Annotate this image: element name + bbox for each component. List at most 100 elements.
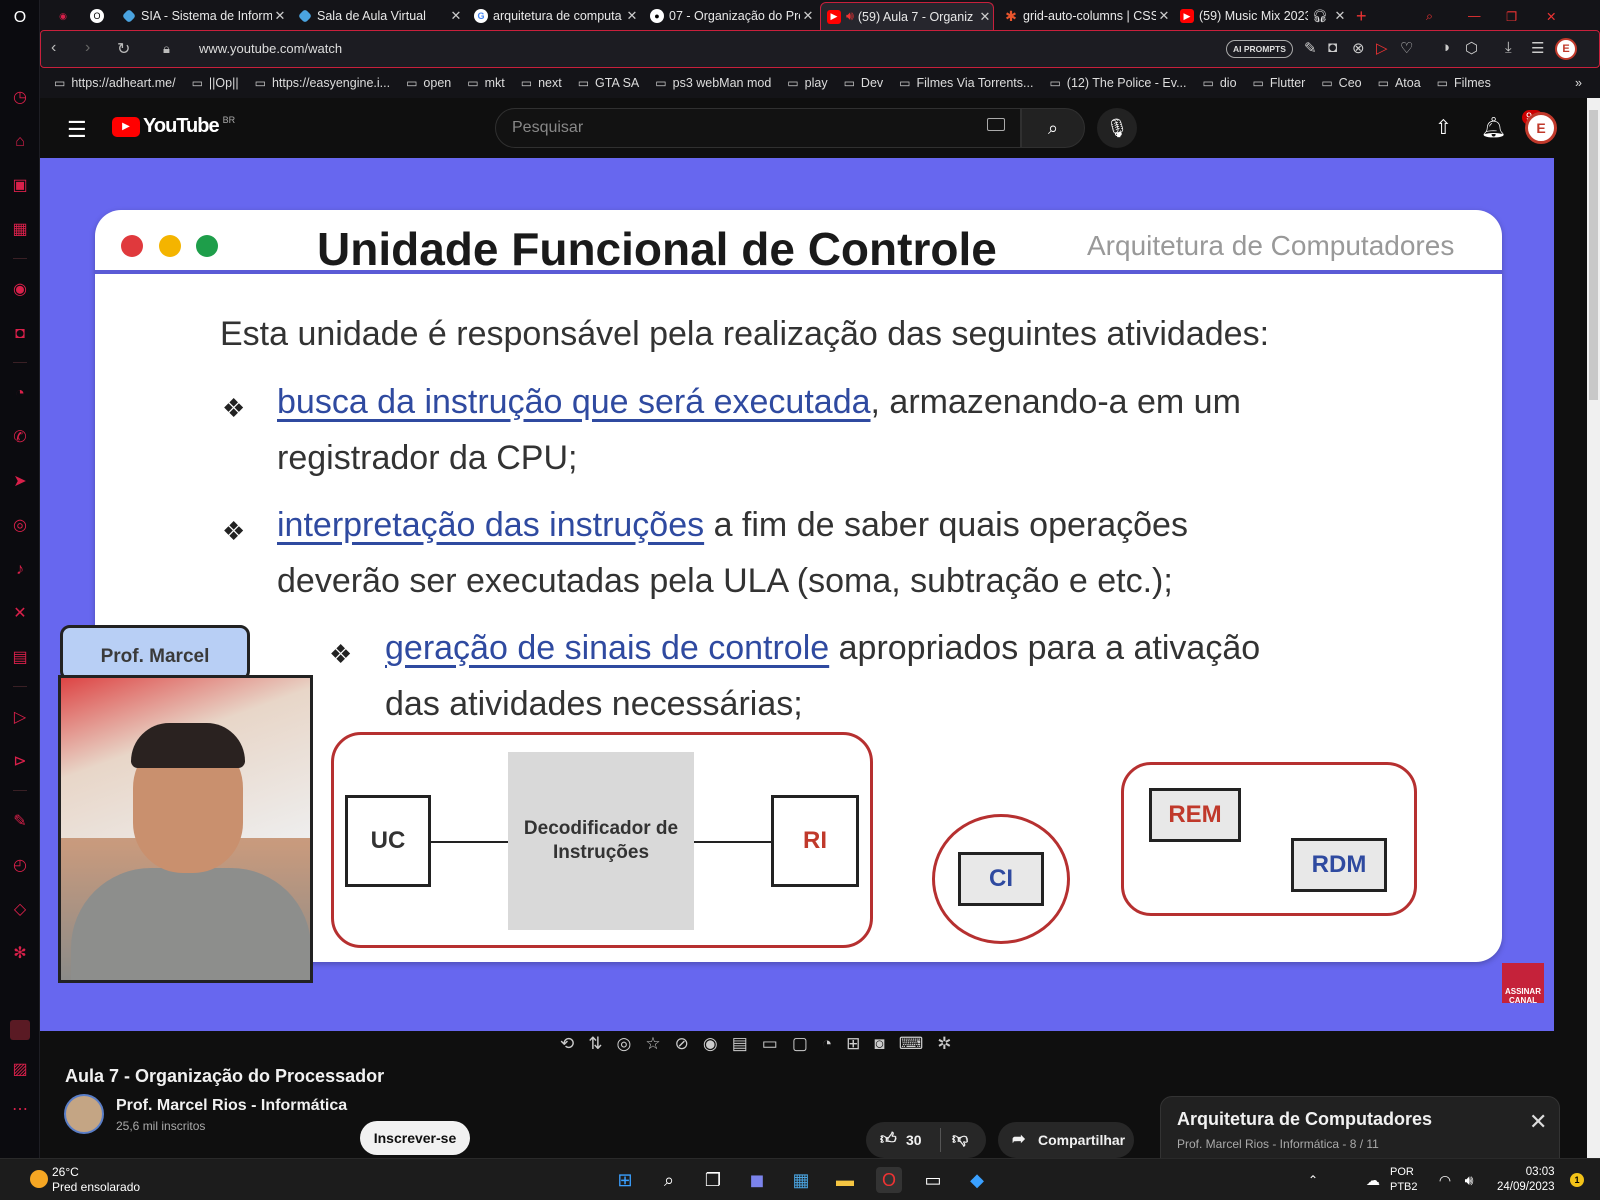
sort-icon[interactable]: ⇅ — [588, 1034, 602, 1060]
close-tab-icon[interactable]: ✕ — [1332, 8, 1348, 24]
extensions-icon[interactable]: ⬡ — [1465, 39, 1478, 57]
bookmark-item[interactable]: ▭ Flutter — [1253, 76, 1306, 90]
like-icon[interactable]: 👍︎ — [880, 1130, 897, 1149]
close-window-icon[interactable]: ✕ — [1540, 2, 1564, 30]
taskbar-search-icon[interactable]: ⌕ — [656, 1167, 682, 1193]
messenger-icon[interactable]: ◔ — [10, 384, 30, 404]
close-tab-icon[interactable]: ✕ — [800, 8, 816, 24]
channel-name[interactable]: Prof. Marcel Rios - Informática — [116, 1097, 347, 1115]
download-icon[interactable]: ⤓ — [1505, 39, 1512, 56]
bookmark-item[interactable]: ▭ mkt — [467, 76, 504, 90]
theater-icon[interactable]: ▭ — [762, 1034, 778, 1060]
tab-0[interactable]: SIA - Sistema de Inform ✕ — [116, 2, 288, 30]
tab-2[interactable]: Garquitetura de computa ✕ — [468, 2, 640, 30]
bookmark-item[interactable]: ▭ Ceo — [1321, 76, 1361, 90]
bookmark-item[interactable]: ▭ Filmes Via Torrents... — [899, 76, 1033, 90]
history-icon[interactable]: ◴ — [10, 856, 30, 876]
tab-game-icon[interactable]: ◉ — [50, 2, 78, 30]
keyboard-icon[interactable] — [987, 118, 1005, 131]
youtube-logo[interactable]: ▶ YouTube BR — [112, 115, 235, 138]
edit-page-icon[interactable]: ✎ — [1304, 39, 1317, 57]
film-icon[interactable]: ▤ — [732, 1034, 748, 1060]
settings-icon[interactable]: ✻ — [10, 944, 30, 964]
wifi-icon[interactable]: ◠ — [1432, 1167, 1458, 1193]
tab-6[interactable]: ▶ (59) Music Mix 2023 🎧︎ ✕ — [1174, 2, 1348, 30]
ai-icon[interactable]: ▦ — [10, 220, 30, 240]
bookmark-item[interactable]: ▭ open — [406, 76, 451, 90]
speed-dial-icon[interactable]: ◷ — [10, 88, 30, 108]
profile-avatar-icon[interactable]: E — [1555, 38, 1577, 60]
back-icon[interactable]: ‹ — [51, 39, 56, 57]
search-input[interactable]: Pesquisar — [495, 108, 1021, 148]
forward-icon[interactable]: › — [85, 39, 90, 57]
dislike-icon[interactable]: 👎︎ — [952, 1130, 968, 1149]
bookmark-item[interactable]: ▭ ||Op|| — [192, 76, 239, 90]
easy-setup-icon[interactable]: ☰ — [1531, 39, 1544, 57]
x-icon[interactable]: ✕ — [10, 604, 30, 624]
file-explorer-icon[interactable]: ▬ — [832, 1167, 858, 1193]
bookmark-item[interactable]: ▭ GTA SA — [578, 76, 640, 90]
bookmark-item[interactable]: ▭ Filmes — [1437, 76, 1491, 90]
bookmark-item[interactable]: ▭ dio — [1203, 76, 1237, 90]
volume-icon[interactable]: 🔊︎ — [1456, 1167, 1482, 1193]
close-tab-icon[interactable]: ✕ — [272, 8, 288, 24]
crypto-icon[interactable]: ◉ — [10, 280, 30, 300]
player-icon[interactable]: ▷ — [10, 708, 30, 728]
more-icon[interactable]: ⋯ — [10, 1100, 30, 1120]
close-tab-icon[interactable]: ✕ — [448, 8, 464, 24]
restore-icon[interactable]: ❐ — [1500, 2, 1524, 30]
vk-icon[interactable]: ▤ — [10, 648, 30, 668]
whatsapp-icon[interactable]: ✆ — [10, 428, 30, 448]
store-icon[interactable]: ▦ — [788, 1167, 814, 1193]
language-indicator[interactable]: POR PTB2 — [1390, 1165, 1418, 1195]
notification-badge[interactable]: 1 — [1570, 1173, 1584, 1187]
subscribe-watermark[interactable]: ASSINAR CANAL — [1502, 963, 1544, 1005]
weather-widget[interactable]: 26°C Pred ensolarado — [30, 1165, 140, 1195]
bookmarks-overflow-icon[interactable]: » — [1575, 76, 1582, 90]
picture-in-picture-icon[interactable]: ⊞ — [846, 1034, 860, 1060]
close-tab-icon[interactable]: ✕ — [624, 8, 640, 24]
keyboard-shortcuts-icon[interactable]: ⌨ — [899, 1034, 924, 1060]
chat-icon[interactable]: ◘ — [10, 324, 30, 344]
bookmark-item[interactable]: ▭ ps3 webMan mod — [655, 76, 771, 90]
tab-5[interactable]: ✱ grid-auto-columns | CSS ✕ — [998, 2, 1172, 30]
speed-icon[interactable]: ◔ — [822, 1034, 832, 1060]
video-player[interactable]: Unidade Funcional de Controle Arquitetur… — [40, 158, 1554, 1031]
url-field[interactable]: www.youtube.com/watch — [199, 41, 342, 56]
clock[interactable]: 03:03 24/09/2023 — [1497, 1165, 1555, 1195]
search-button[interactable]: ⌕ — [1021, 108, 1085, 148]
windows-start-icon[interactable]: ⊞ — [612, 1167, 638, 1193]
teams-icon[interactable]: ◼ — [744, 1167, 770, 1193]
bookmark-item[interactable]: ▭ (12) The Police - Ev... — [1049, 76, 1186, 90]
upload-icon[interactable]: ⇧ — [1435, 115, 1452, 140]
tab-opera-icon[interactable]: O — [84, 2, 112, 30]
notifications-bell-icon[interactable]: 🔔︎ — [1481, 115, 1506, 140]
shopping-icon[interactable]: ⌂ — [10, 132, 30, 152]
instagram-icon[interactable]: ◎ — [10, 516, 30, 536]
close-tab-icon[interactable]: ✕ — [1156, 8, 1172, 24]
screenshot-icon[interactable]: ◙ — [874, 1034, 884, 1060]
flow-icon[interactable]: ▷ — [1376, 39, 1388, 57]
bookmark-item[interactable]: ▭ https://adheart.me/ — [54, 76, 176, 90]
bookmark-item[interactable]: ▭ play — [787, 76, 827, 90]
channel-avatar[interactable] — [64, 1094, 104, 1134]
bookmark-item[interactable]: ▭ next — [521, 76, 562, 90]
opera-logo-icon[interactable]: O — [10, 8, 30, 28]
playlist-title[interactable]: Arquitetura de Computadores — [1177, 1109, 1432, 1130]
gallery-icon[interactable]: ▨ — [10, 1060, 30, 1080]
subscribe-button[interactable]: Inscrever-se — [360, 1121, 470, 1155]
hamburger-menu-icon[interactable]: ☰ — [67, 117, 87, 143]
voice-search-button[interactable]: 🎙︎ — [1097, 108, 1137, 148]
player-settings-icon[interactable]: ✲ — [937, 1034, 951, 1060]
new-tab-button[interactable]: + — [1350, 2, 1374, 30]
tab-search-icon[interactable]: ⌕ — [1420, 2, 1444, 30]
vscode-icon[interactable]: ◆ — [964, 1167, 990, 1193]
telegram-icon[interactable]: ➤ — [10, 472, 30, 492]
task-view-icon[interactable]: ❐ — [700, 1167, 726, 1193]
tiktok-icon[interactable]: ♪ — [10, 560, 30, 580]
opera-taskbar-icon[interactable]: O — [876, 1167, 902, 1193]
close-tab-icon[interactable]: ✕ — [977, 9, 993, 25]
bookmark-item[interactable]: ▭ Dev — [844, 76, 884, 90]
tab-1[interactable]: Sala de Aula Virtual ✕ — [292, 2, 464, 30]
bookmark-item[interactable]: ▭ https://easyengine.i... — [255, 76, 390, 90]
